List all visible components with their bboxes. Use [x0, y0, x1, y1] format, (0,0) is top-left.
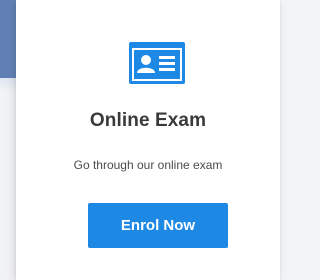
- card-description: Go through our online exam: [73, 158, 223, 172]
- id-card-icon: [128, 38, 186, 86]
- card-title: Online Exam: [89, 110, 207, 131]
- enrol-now-button[interactable]: Enrol Now: [88, 203, 228, 248]
- exam-card: Online Exam Go through our online exam E…: [16, 0, 280, 280]
